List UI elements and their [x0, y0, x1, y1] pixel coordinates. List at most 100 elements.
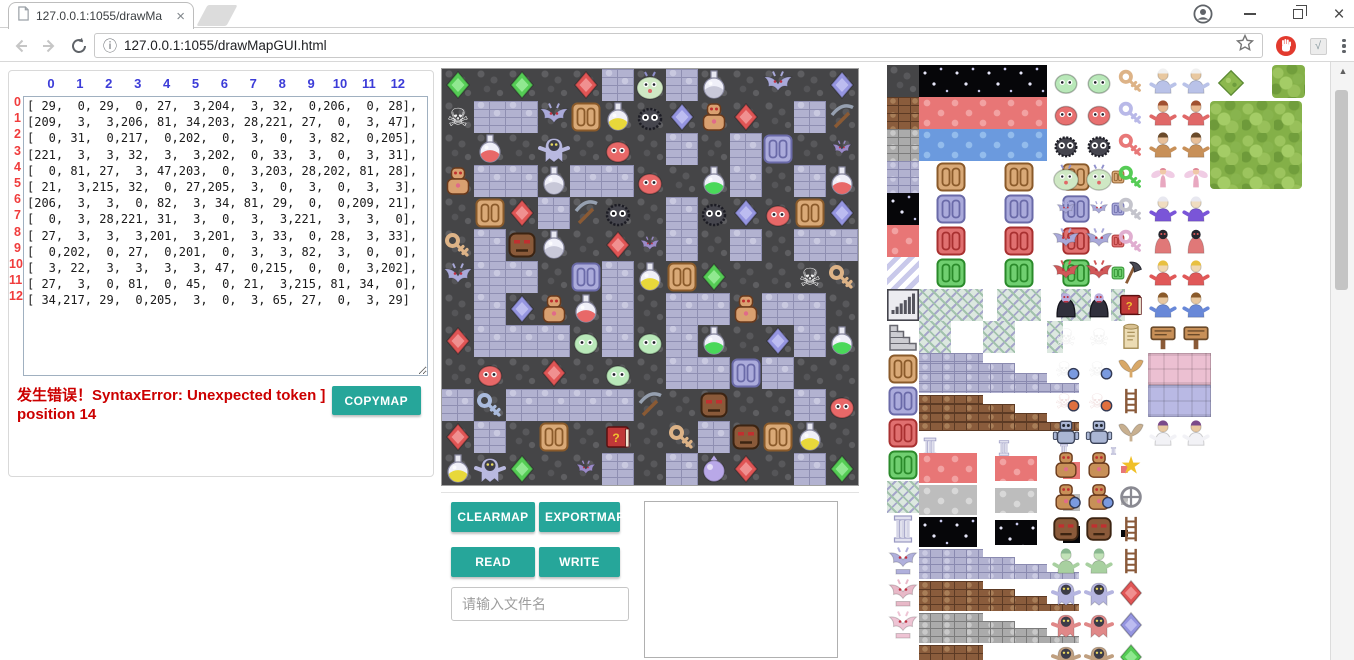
map-tile[interactable] — [538, 165, 570, 197]
tileset-sprite-starry[interactable] — [919, 65, 1047, 97]
tileset-sprite-treesmall[interactable] — [1217, 69, 1245, 97]
tileset-sprite-slime[interactable] — [1084, 66, 1114, 96]
map-tile[interactable] — [538, 197, 570, 229]
read-button[interactable]: READ — [451, 547, 535, 577]
map-tile[interactable] — [666, 357, 698, 389]
map-tile[interactable] — [506, 69, 538, 101]
tileset-sprite-slime[interactable] — [1051, 66, 1081, 96]
map-tile[interactable] — [474, 453, 506, 485]
tileset-sprite-bat[interactable] — [1051, 226, 1081, 256]
map-tile[interactable] — [506, 421, 538, 453]
map-tile[interactable] — [474, 325, 506, 357]
tileset-sprite-axe[interactable] — [1116, 258, 1146, 288]
map-tile[interactable] — [794, 357, 826, 389]
tileset-sprite-ghost[interactable] — [1084, 642, 1114, 660]
tileset-sprite-ladder[interactable] — [1116, 386, 1146, 416]
back-button[interactable] — [10, 35, 32, 57]
tileset-sprite-person[interactable] — [1148, 66, 1178, 96]
map-tile[interactable] — [474, 357, 506, 389]
tileset-sprite-door[interactable] — [887, 449, 919, 481]
tileset-sprite-bat[interactable] — [1084, 258, 1114, 288]
tileset-sprite-sign[interactable] — [1181, 322, 1211, 352]
map-tile[interactable] — [666, 165, 698, 197]
tileset-sprite-smallbat[interactable] — [1084, 194, 1114, 224]
tileset-sprite-skeleton2[interactable]: ☠ — [1084, 386, 1114, 416]
map-tile[interactable] — [570, 389, 602, 421]
map-tile[interactable] — [698, 421, 730, 453]
tileset-sprite-gem[interactable] — [1116, 610, 1146, 640]
tileset-sprite-person[interactable] — [1051, 546, 1081, 576]
map-tile[interactable] — [794, 389, 826, 421]
map-tile[interactable] — [634, 69, 666, 101]
tileset-sprite-wall[interactable] — [887, 97, 919, 129]
map-tile[interactable] — [826, 421, 858, 453]
tileset-sprite-door[interactable] — [887, 385, 919, 417]
bookmark-star-icon[interactable] — [1236, 34, 1254, 57]
map-tile[interactable] — [762, 389, 794, 421]
map-tile[interactable] — [602, 325, 634, 357]
map-tile[interactable] — [826, 165, 858, 197]
map-tile[interactable] — [666, 197, 698, 229]
map-tile[interactable] — [634, 197, 666, 229]
map-tile[interactable] — [762, 421, 794, 453]
map-tile[interactable] — [474, 421, 506, 453]
map-tile[interactable] — [442, 165, 474, 197]
tileset-sprite-fairy[interactable] — [1181, 162, 1211, 192]
map-tile[interactable] — [538, 229, 570, 261]
map-canvas[interactable]: ☠☠? — [441, 68, 859, 486]
matrix-textarea[interactable] — [23, 96, 428, 376]
tileset-sprite-lattice[interactable] — [919, 321, 951, 353]
tileset-sprite-door[interactable] — [887, 417, 919, 449]
tab-close-icon[interactable]: × — [176, 9, 185, 24]
tileset-sprite-stoneface[interactable] — [1084, 514, 1114, 544]
page-info-icon[interactable]: ⓘ — [103, 36, 117, 56]
map-tile[interactable] — [634, 261, 666, 293]
tileset-sprite-book[interactable]: ? — [1116, 290, 1146, 320]
map-tile[interactable] — [794, 293, 826, 325]
map-tile[interactable] — [474, 229, 506, 261]
tileset-sprite-fairy[interactable] — [1148, 162, 1178, 192]
map-tile[interactable] — [826, 325, 858, 357]
map-tile[interactable] — [474, 261, 506, 293]
map-tile[interactable] — [474, 389, 506, 421]
tileset-sprite-person[interactable] — [1181, 130, 1211, 160]
map-tile[interactable] — [570, 229, 602, 261]
tileset-sprite-gargoyle[interactable] — [887, 545, 919, 577]
map-tile[interactable] — [666, 453, 698, 485]
map-tile[interactable] — [666, 325, 698, 357]
tileset-sprite-golem[interactable] — [1051, 450, 1081, 480]
map-tile[interactable] — [442, 293, 474, 325]
tileset-sprite-tdark[interactable] — [887, 65, 919, 97]
map-tile[interactable] — [698, 357, 730, 389]
tileset-sprite-person[interactable] — [1148, 98, 1178, 128]
tileset-sprite-person[interactable] — [1181, 258, 1211, 288]
tileset-sprite-person[interactable] — [1148, 194, 1178, 224]
map-tile[interactable] — [730, 453, 762, 485]
profile-avatar-icon[interactable] — [1186, 0, 1220, 28]
map-tile[interactable] — [474, 293, 506, 325]
map-tile[interactable] — [666, 293, 698, 325]
map-tile[interactable] — [762, 197, 794, 229]
tileset-sprite-person[interactable] — [1181, 66, 1211, 96]
tileset-sprite-robot[interactable] — [1051, 418, 1081, 448]
tileset-sprite-ground[interactable] — [887, 225, 919, 257]
map-tile[interactable] — [538, 357, 570, 389]
tileset-palette[interactable]: ☠☠☠☠☠☠?★ — [887, 65, 1315, 660]
tileset-sprite-slime[interactable] — [1051, 98, 1081, 128]
map-tile[interactable] — [666, 69, 698, 101]
map-tile[interactable] — [794, 421, 826, 453]
map-tile[interactable] — [730, 69, 762, 101]
tileset-sprite-door[interactable] — [997, 193, 1041, 225]
tileset-sprite-person[interactable] — [1181, 290, 1211, 320]
map-tile[interactable] — [602, 165, 634, 197]
map-tile[interactable] — [442, 229, 474, 261]
map-tile[interactable] — [602, 293, 634, 325]
tileset-sprite-person[interactable] — [1181, 418, 1211, 448]
tileset-sprite-priest[interactable] — [1148, 226, 1178, 256]
tileset-sprite-wings[interactable] — [1116, 418, 1146, 448]
map-tile[interactable] — [762, 229, 794, 261]
tileset-sprite-ladder[interactable] — [1116, 546, 1146, 576]
tileset-sprite-ground[interactable] — [919, 129, 1047, 161]
map-tile[interactable] — [506, 165, 538, 197]
map-tile[interactable] — [442, 357, 474, 389]
